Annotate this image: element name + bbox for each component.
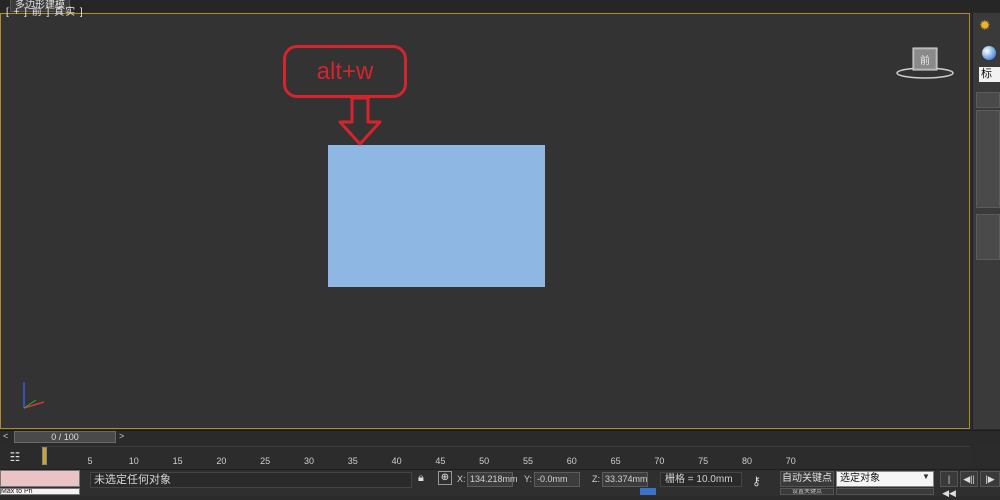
play-button[interactable]: |▶ bbox=[980, 471, 1000, 487]
absolute-mode-icon[interactable]: ⊕ bbox=[438, 471, 452, 485]
grid-size-readout: 栅格 = 10.0mm bbox=[660, 472, 742, 487]
z-coordinate-field[interactable]: 33.374mm bbox=[602, 472, 648, 487]
maxscript-mini[interactable]: Max to Ph bbox=[0, 488, 80, 495]
lights-icon[interactable]: ✹ bbox=[979, 17, 991, 34]
set-key-button[interactable]: 设置关键点 bbox=[780, 488, 834, 495]
down-arrow-annotation bbox=[338, 96, 382, 146]
prev-frame-button[interactable]: < bbox=[3, 431, 8, 441]
current-frame-marker[interactable] bbox=[42, 447, 47, 465]
track-tick-label: 55 bbox=[522, 456, 534, 466]
x-coordinate-field[interactable]: 134.218mm bbox=[467, 472, 518, 487]
previous-key-button[interactable]: ◀|| bbox=[960, 471, 978, 487]
rollout-header[interactable] bbox=[976, 92, 1000, 108]
chevron-down-icon[interactable]: ▼ bbox=[922, 472, 930, 481]
go-to-start-button[interactable]: |◀◀ bbox=[940, 471, 958, 498]
track-tick-label: 45 bbox=[435, 456, 446, 466]
viewcube-face-label: 前 bbox=[920, 54, 930, 67]
track-tick-label: 65 bbox=[610, 456, 621, 466]
track-tick-label: 60 bbox=[566, 456, 577, 466]
axis-tripod-icon bbox=[23, 382, 45, 409]
track-tick-label: 25 bbox=[260, 456, 271, 466]
y-label: Y: bbox=[524, 474, 533, 484]
track-tick-label: 80 bbox=[741, 456, 753, 466]
viewport-label-menu[interactable]: [ + ] 前 ] 真实 ] bbox=[6, 3, 84, 18]
key-filters-field[interactable] bbox=[836, 488, 934, 495]
track-tick-label: 75 bbox=[698, 456, 709, 466]
track-tick-label: 10 bbox=[128, 456, 139, 466]
viewcube-icon[interactable]: 前 bbox=[894, 44, 956, 80]
name-color-rollout[interactable] bbox=[976, 214, 1000, 260]
shortcut-callout: alt+w bbox=[283, 45, 407, 98]
plane-object[interactable] bbox=[328, 145, 545, 287]
auto-key-button[interactable]: 自动关键点 bbox=[780, 471, 834, 487]
x-label: X: bbox=[457, 474, 466, 484]
y-coordinate-field[interactable]: -0.0mm bbox=[534, 472, 580, 487]
ribbon-tab-strip bbox=[0, 0, 1000, 12]
track-tick-label: 70 bbox=[785, 456, 796, 466]
status-prompt: 未选定任何对象 bbox=[90, 472, 412, 488]
track-tick-label: 70 bbox=[654, 456, 665, 466]
key-icon[interactable]: ⚷ bbox=[752, 474, 761, 488]
track-tick-label: 30 bbox=[303, 456, 315, 466]
track-tick-label: 5 bbox=[87, 456, 93, 466]
curve-editor-icon[interactable]: ☷ bbox=[6, 450, 24, 464]
track-tick-label: 15 bbox=[172, 456, 183, 466]
primitive-type-dropdown[interactable]: 标准 bbox=[979, 67, 1000, 82]
time-slider[interactable]: 0 / 100 bbox=[14, 431, 116, 443]
object-type-rollout[interactable] bbox=[976, 110, 1000, 208]
next-frame-button[interactable]: > bbox=[119, 431, 124, 441]
selection-set-dropdown[interactable]: 选定对象 bbox=[836, 471, 934, 487]
time-slider-track bbox=[0, 430, 1000, 445]
maxscript-listener[interactable] bbox=[0, 470, 80, 487]
geometry-sphere-icon[interactable] bbox=[982, 46, 996, 60]
z-label: Z: bbox=[592, 474, 600, 484]
track-tick-label: 35 bbox=[347, 456, 358, 466]
isolate-toggle[interactable] bbox=[640, 488, 656, 495]
track-tick-label: 20 bbox=[216, 456, 227, 466]
track-tick-label: 50 bbox=[479, 456, 490, 466]
track-tick-label: 40 bbox=[391, 456, 402, 466]
selection-lock-icon[interactable]: 🔒︎ bbox=[418, 472, 424, 485]
